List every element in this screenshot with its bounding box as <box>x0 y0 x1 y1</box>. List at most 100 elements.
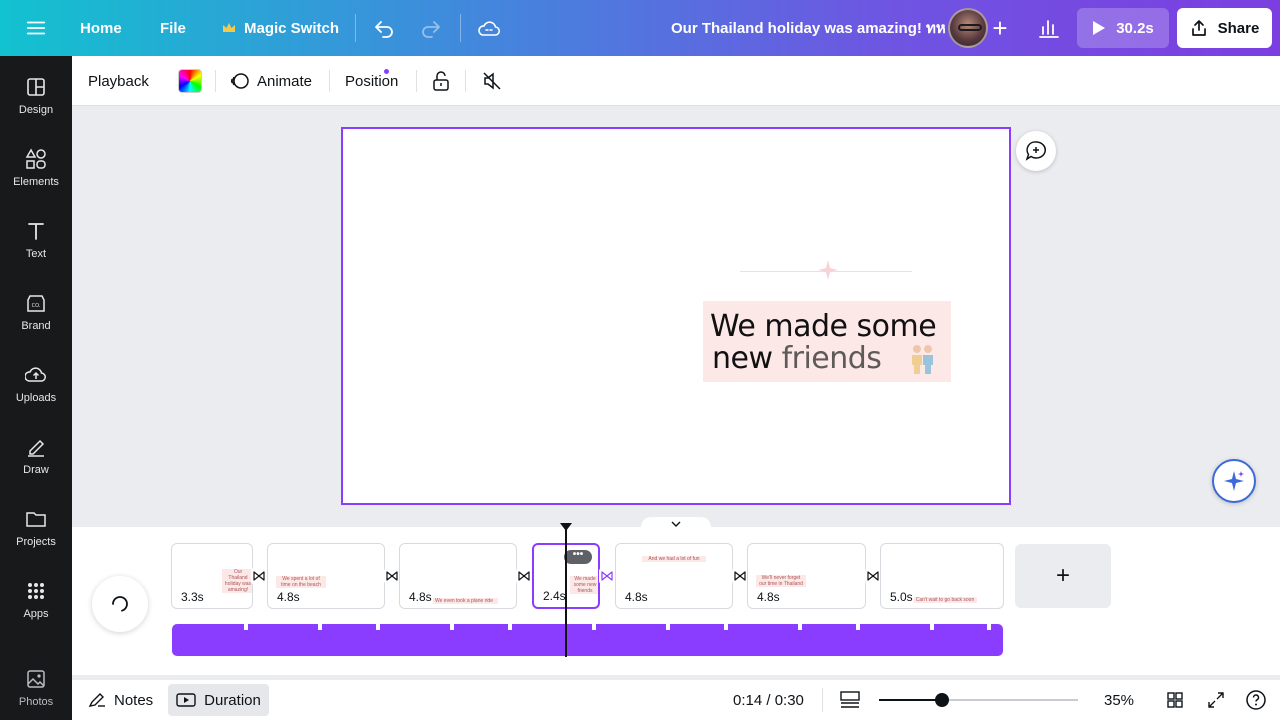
add-collaborator-button[interactable]: + <box>984 12 1016 44</box>
position-button[interactable]: Position <box>345 56 398 106</box>
magic-assistant-button[interactable] <box>1212 459 1256 503</box>
scene-thumbnail-text: We made some new friends <box>570 576 598 594</box>
timeline-scene-3[interactable]: We even took a plane ride 4.8s <box>399 543 517 609</box>
scene-duration: 4.8s <box>756 590 781 604</box>
sidebar-item-apps[interactable]: Apps <box>0 580 72 644</box>
scene-transition-button[interactable] <box>599 568 615 584</box>
text-line-2: new friends <box>712 341 882 376</box>
text-word-friends: friends <box>781 341 882 376</box>
playback-button[interactable]: Playback <box>88 56 149 106</box>
left-sidebar: Design Elements Text CO. Brand Uploads D… <box>0 56 72 720</box>
timeline-scene-6[interactable]: We'll never forget our time in Thailand … <box>747 543 866 609</box>
sidebar-item-design[interactable]: Design <box>0 76 72 140</box>
svg-text:CO.: CO. <box>32 303 41 309</box>
sidebar-item-text[interactable]: Text <box>0 220 72 284</box>
people-emoji-icon <box>912 345 933 374</box>
sidebar-item-label: Text <box>25 248 47 260</box>
text-word-new: new <box>712 341 773 376</box>
divider <box>822 688 823 712</box>
avatar-glasses <box>958 24 982 31</box>
audio-beat-marker <box>318 624 322 630</box>
grid-view-toggle[interactable] <box>840 680 860 720</box>
home-link[interactable]: Home <box>80 0 122 56</box>
timeline-scene-7[interactable]: Can't wait to go back soon 5.0s <box>880 543 1004 609</box>
insights-button[interactable] <box>1034 12 1064 44</box>
sidebar-item-label: Photos <box>18 696 54 708</box>
grid-icon <box>1167 692 1183 708</box>
timeline-scene-1[interactable]: Our Thailand holiday was amazing! 3.3s <box>171 543 253 609</box>
scene-transition-button[interactable] <box>251 568 267 584</box>
magic-switch-button[interactable]: Magic Switch <box>222 0 339 56</box>
avatar[interactable] <box>948 8 988 48</box>
sidebar-item-draw[interactable]: Draw <box>0 436 72 500</box>
undo-button[interactable] <box>373 0 395 56</box>
zoom-percentage[interactable]: 35% <box>1104 680 1134 720</box>
scene-thumbnail-text: Can't wait to go back soon <box>913 597 977 603</box>
audio-beat-marker <box>987 624 991 630</box>
audio-beat-marker <box>592 624 596 630</box>
transition-icon <box>518 571 530 581</box>
playhead[interactable] <box>565 527 567 657</box>
notes-button[interactable]: Notes <box>88 680 153 720</box>
loading-indicator <box>92 576 148 632</box>
divider <box>355 14 356 42</box>
menu-button[interactable] <box>24 0 48 56</box>
text-box[interactable]: We made some new friends <box>703 301 951 382</box>
color-picker-button[interactable] <box>178 56 202 106</box>
timeline-scene-2[interactable]: We spent a lot of time on the beach 4.8s <box>267 543 385 609</box>
timeline-scene-5[interactable]: And we had a lot of fun 4.8s <box>615 543 733 609</box>
divider <box>416 70 417 92</box>
magic-switch-label: Magic Switch <box>244 19 340 37</box>
scene-duration: 4.8s <box>276 590 301 604</box>
fullscreen-button[interactable] <box>1207 680 1225 720</box>
zoom-slider-fill <box>879 699 943 701</box>
file-menu[interactable]: File <box>160 0 186 56</box>
present-play-button[interactable]: 30.2s <box>1077 8 1169 48</box>
transition-icon <box>734 571 746 581</box>
sidebar-item-label: Design <box>18 104 54 116</box>
sidebar-item-photos[interactable]: Photos <box>0 668 72 720</box>
scene-transition-button[interactable] <box>384 568 400 584</box>
elements-icon <box>25 148 46 169</box>
add-scene-button[interactable]: + <box>1015 544 1111 608</box>
scene-transition-button[interactable] <box>516 568 532 584</box>
sparkle-icon <box>1224 471 1244 491</box>
audio-beat-marker <box>856 624 860 630</box>
help-icon <box>1246 690 1266 710</box>
sidebar-item-projects[interactable]: Projects <box>0 508 72 572</box>
scene-more-options-button[interactable]: ••• <box>564 550 592 564</box>
apps-icon <box>28 583 44 599</box>
sidebar-item-label: Uploads <box>15 392 57 404</box>
chevron-down-icon <box>671 521 681 527</box>
scene-duration: 2.4s <box>542 589 567 603</box>
duration-button[interactable]: Duration <box>168 684 269 716</box>
sidebar-item-elements[interactable]: Elements <box>0 148 72 212</box>
sidebar-item-brand[interactable]: CO. Brand <box>0 292 72 356</box>
share-button[interactable]: Share <box>1177 8 1272 48</box>
context-toolbar: Playback Animate Position <box>72 56 1280 106</box>
collapse-timeline-button[interactable] <box>641 517 711 531</box>
playhead-handle[interactable] <box>559 522 573 532</box>
cloud-icon <box>478 21 501 36</box>
animate-label: Animate <box>257 72 313 90</box>
add-comment-button[interactable] <box>1016 131 1056 171</box>
hamburger-icon <box>26 21 46 35</box>
scene-transition-button[interactable] <box>732 568 748 584</box>
scene-thumbnail-text: And we had a lot of fun <box>642 556 706 562</box>
grid-view-button[interactable] <box>1166 680 1184 720</box>
bar-chart-icon <box>1039 20 1059 38</box>
sidebar-item-uploads[interactable]: Uploads <box>0 364 72 428</box>
speaker-muted-icon <box>483 72 501 90</box>
transition-icon <box>253 571 265 581</box>
design-canvas[interactable]: We made some new friends <box>341 127 1011 505</box>
audio-track[interactable] <box>172 624 1003 656</box>
redo-button[interactable] <box>420 0 442 56</box>
lock-button[interactable] <box>432 56 450 106</box>
help-button[interactable] <box>1245 680 1267 720</box>
cloud-save-status[interactable] <box>477 0 501 56</box>
document-title[interactable]: Our Thailand holiday was amazing! ทห <box>671 0 946 56</box>
audio-beat-marker <box>798 624 802 630</box>
animate-button[interactable]: Animate <box>230 56 312 106</box>
scene-transition-button[interactable] <box>865 568 881 584</box>
mute-button[interactable] <box>482 56 502 106</box>
